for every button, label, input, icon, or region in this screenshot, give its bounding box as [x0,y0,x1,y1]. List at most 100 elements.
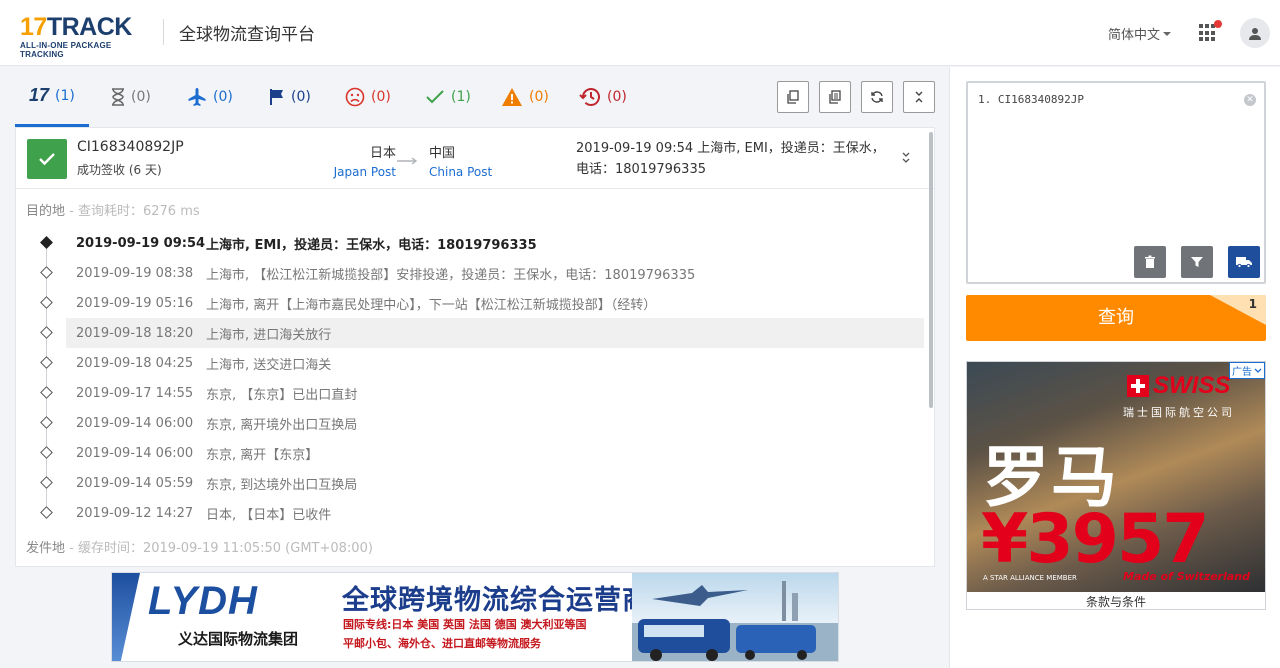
ad-choice-tag[interactable]: 广告 [1229,362,1265,379]
timeline-node [40,476,53,489]
ad-image: SWISS 瑞士国际航空公司 罗马 ¥3957 A STAR ALLIANCE … [967,362,1265,592]
tab-pickup[interactable]: (0) [255,67,325,127]
timeline-line [46,243,47,513]
tab-not-found[interactable]: (0) [97,67,165,127]
delivery-status: 成功签收 (6 天) [77,163,162,177]
tracking-number-input[interactable]: 1. CI168340892JP ✕ [966,81,1266,284]
cache-time: - 缓存时间：2019-09-19 11:05:50 (GMT+08:00) [69,541,373,556]
timeline-scrollbar[interactable] [929,132,933,408]
event-desc: 上海市, 进口海关放行 [206,327,332,343]
check-icon [39,153,55,166]
banner-swoosh [112,573,140,661]
event-time: 2019-09-18 04:25 [76,355,194,371]
tab-expired[interactable]: (0) [565,67,641,127]
collapse-all-icon [915,91,923,103]
trash-icon [1145,255,1155,268]
top-header: 17TRACK ALL-IN-ONE PACKAGE TRACKING 全球物流… [0,0,1280,66]
timeline-node [40,266,53,279]
event-time: 2019-09-19 09:54 [76,235,206,251]
tracking-input-value: 1. CI168340892JP [978,93,1084,106]
latest-event: 2019-09-19 09:54 上海市, EMI，投递员：王保水，电话：180… [576,141,885,177]
delete-button[interactable] [1134,246,1166,278]
chevron-down-icon [1163,31,1172,36]
banner-ad[interactable]: LYDH 义达国际物流集团 全球跨境物流综合运营商 国际专线:日本 美国 英国 … [111,572,839,662]
banner-routes: 国际专线:日本 美国 英国 法国 德国 澳大利亚等国 [343,618,587,631]
language-selector[interactable]: 简体中文 [1108,24,1172,43]
notification-dot [1214,20,1222,28]
carrier-button[interactable] [1228,246,1260,278]
dest-carrier-link[interactable]: China Post [429,165,519,179]
check-icon [426,90,444,104]
warning-icon [502,88,522,106]
tab-count: (1) [451,89,471,105]
destination-label: 目的地 [26,204,66,219]
flag-icon [270,89,283,105]
tracking-number[interactable]: CI168340892JP [77,139,184,155]
arrow-right-icon [397,157,418,165]
tab-in-transit[interactable]: (0) [173,67,247,127]
17track-logo[interactable]: 17TRACK ALL-IN-ONE PACKAGE TRACKING [20,14,152,59]
lydh-logo: LYDH [148,579,258,623]
event-desc: 上海市, EMI，投递员：王保水，电话：18019796335 [206,237,537,253]
event-desc: 东京, 【东京】已出口直封 [206,387,358,403]
collapse-all-button[interactable] [903,81,935,113]
ad-tag-label: 广告 [1232,367,1252,378]
filter-icon [1191,257,1203,267]
results-panel: 17 (1) (0) (0) (0) (0) (1) (0) (0) CI168… [0,67,948,568]
origin-country: 日本 [369,146,396,161]
language-label: 简体中文 [1108,28,1161,43]
timeline-node [40,296,53,309]
tab-all[interactable]: 17 (1) [15,67,89,127]
sad-face-icon [345,87,365,107]
copy-all-button[interactable] [819,81,851,113]
event-time: 2019-09-19 05:16 [76,295,194,311]
hourglass-icon [112,88,124,106]
delivered-status-badge [27,139,67,179]
status-tabs: 17 (1) (0) (0) (0) (0) (1) (0) (0) [15,67,935,127]
event-desc: 东京, 离开境外出口互换局 [206,417,358,433]
tab-count: (0) [371,89,391,105]
tab-delivered[interactable]: (1) [411,67,485,127]
tab-count: (0) [607,89,627,105]
timeline-node [40,236,53,249]
timeline-node [40,506,53,519]
logo-tagline: ALL-IN-ONE PACKAGE TRACKING [20,41,112,59]
banner-services: 平邮小包、海外仓、进口直邮等物流服务 [343,637,541,650]
ad-brand-cn: 瑞士国际航空公司 [1123,406,1235,419]
ad-brand: SWISS [1153,372,1231,399]
swiss-ad[interactable]: SWISS 瑞士国际航空公司 罗马 ¥3957 A STAR ALLIANCE … [966,361,1266,610]
dest-country: 中国 [429,146,456,161]
chevron-down-icon [1254,368,1262,373]
copy-button[interactable] [777,81,809,113]
collapse-icon[interactable] [900,150,912,164]
tab-undelivered[interactable]: (0) [331,67,405,127]
search-panel: 1. CI168340892JP ✕ 查询 1 SWISS 瑞士国际航空公司 罗… [949,67,1280,668]
timeline-event: 2019-09-14 05:59 东京, 到达境外出口互换局 [66,468,924,498]
event-time: 2019-09-14 06:00 [76,445,194,461]
shipment-summary[interactable]: CI168340892JP 成功签收 (6 天) 日本 Japan Post 中… [16,128,934,189]
filter-button[interactable] [1181,246,1213,278]
ad-made: Made of Switzerland [1123,570,1251,583]
origin-label: 发件地 [26,541,66,556]
timeline-event: 2019-09-19 08:38 上海市, 【松江松江新城揽投部】安排投递，投递员… [66,258,924,288]
origin-section-label: 发件地 - 缓存时间：2019-09-19 11:05:50 (GMT+08:0… [26,537,373,556]
timeline-event: 2019-09-14 06:00 东京, 离开【东京】 [66,438,924,468]
event-time: 2019-09-19 08:38 [76,265,194,281]
event-desc: 日本, 【日本】已收件 [206,507,332,523]
refresh-button[interactable] [861,81,893,113]
ad-alliance: A STAR ALLIANCE MEMBER [983,574,1077,582]
swiss-flag-icon [1127,375,1149,397]
origin-carrier-link[interactable]: Japan Post [316,165,396,179]
tab-alert[interactable]: (0) [487,67,563,127]
ad-terms-link[interactable]: 条款与条件 [967,593,1265,609]
event-desc: 上海市, 送交进口海关 [206,357,332,373]
timeline-event: 2019-09-19 05:16 上海市, 离开【上海市嘉民处理中心】，下一站【松… [66,288,924,318]
query-button[interactable]: 查询 1 [966,295,1266,341]
logo-17: 17 [20,13,47,41]
clear-icon[interactable]: ✕ [1244,94,1256,106]
timeline-node [40,356,53,369]
timeline-event: 2019-09-18 04:25 上海市, 送交进口海关 [66,348,924,378]
user-icon[interactable] [1240,18,1270,48]
refresh-icon [871,91,883,103]
event-desc: 上海市, 【松江松江新城揽投部】安排投递，投递员：王保水，电话：18019796… [206,267,696,283]
